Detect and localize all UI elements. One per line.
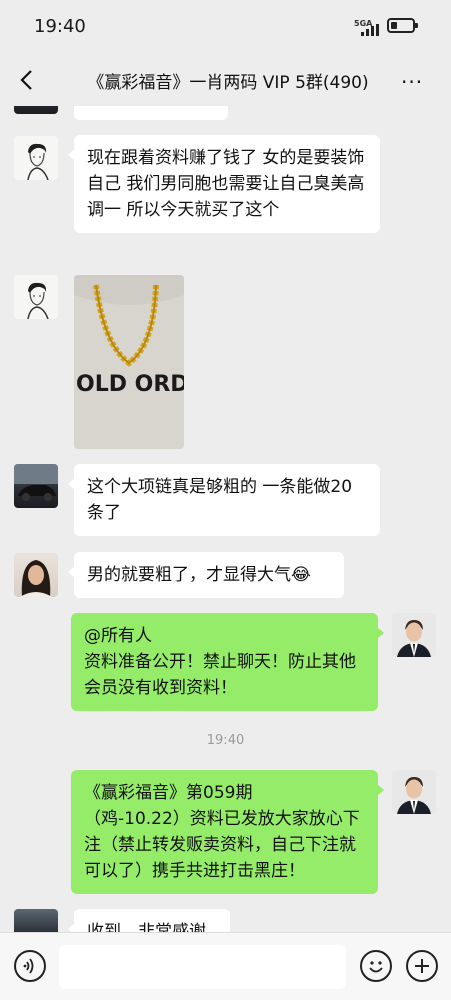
message-text: 收到，非常感谢 xyxy=(87,922,206,932)
message-text-line: （鸡-10.22）资料已发放大家放心下注（禁止转发贩卖资料，自己下注就可以了）携… xyxy=(84,809,360,881)
message-text-line: @所有人 xyxy=(84,626,152,646)
voice-icon[interactable] xyxy=(14,950,46,982)
plus-icon[interactable] xyxy=(406,950,438,982)
avatar[interactable] xyxy=(14,275,58,319)
chat-title: 《赢彩福音》一肖两码 VIP 5群(490) xyxy=(87,73,369,93)
message-image[interactable]: OLD ORDE xyxy=(74,275,184,449)
emoji-icon[interactable] xyxy=(360,950,392,982)
message-bubble-own[interactable]: 《赢彩福音》第059期 （鸡-10.22）资料已发放大家放心下注（禁止转发贩卖资… xyxy=(71,770,384,894)
avatar[interactable] xyxy=(14,136,58,180)
message-bubble[interactable]: 这个大项链真是够粗的 一条能做20条了 xyxy=(68,464,380,536)
shirt-print-text: OLD ORDE xyxy=(76,372,184,397)
message-bubble[interactable]: 男的就要粗了，才显得大气😂 xyxy=(68,552,344,598)
message-bubble-partial xyxy=(74,106,228,120)
message-text: 这个大项链真是够粗的 一条能做20条了 xyxy=(87,477,353,523)
avatar[interactable] xyxy=(14,553,58,597)
status-bar: 19:40 5GA xyxy=(0,0,451,56)
avatar[interactable] xyxy=(14,464,58,508)
message-bubble[interactable]: 收到，非常感谢 xyxy=(68,909,230,932)
message-text: 男的就要粗了，才显得大气😂 xyxy=(87,565,311,585)
timestamp: 19:40 xyxy=(206,733,245,748)
chat-header: 《赢彩福音》一肖两码 VIP 5群(490) ··· xyxy=(0,56,451,106)
battery-fill xyxy=(391,22,397,29)
message-text-line: 资料准备公开！禁止聊天！防止其他会员没有收到资料！ xyxy=(84,652,356,698)
signal-icon xyxy=(361,24,379,36)
message-bubble-own[interactable]: @所有人 资料准备公开！禁止聊天！防止其他会员没有收到资料！ xyxy=(71,613,384,711)
message-list[interactable]: 现在跟着资料赚了钱了 女的是要装饰自己 我们男同胞也需要让自己臭美高调一 所以今… xyxy=(0,106,451,932)
message-text: 现在跟着资料赚了钱了 女的是要装饰自己 我们男同胞也需要让自己臭美高调一 所以今… xyxy=(87,148,365,220)
message-bubble[interactable]: 现在跟着资料赚了钱了 女的是要装饰自己 我们男同胞也需要让自己臭美高调一 所以今… xyxy=(68,135,380,233)
message-text-line: 《赢彩福音》第059期 xyxy=(84,783,253,803)
avatar[interactable] xyxy=(14,909,58,932)
message-input[interactable] xyxy=(59,945,346,989)
status-time: 19:40 xyxy=(34,16,86,37)
input-bar xyxy=(0,932,451,1000)
chevron-left-icon[interactable] xyxy=(16,66,42,94)
avatar[interactable] xyxy=(392,613,436,657)
battery-icon xyxy=(387,18,418,33)
avatar[interactable] xyxy=(14,106,58,114)
more-dots-icon[interactable]: ··· xyxy=(401,70,423,94)
avatar[interactable] xyxy=(392,770,436,814)
